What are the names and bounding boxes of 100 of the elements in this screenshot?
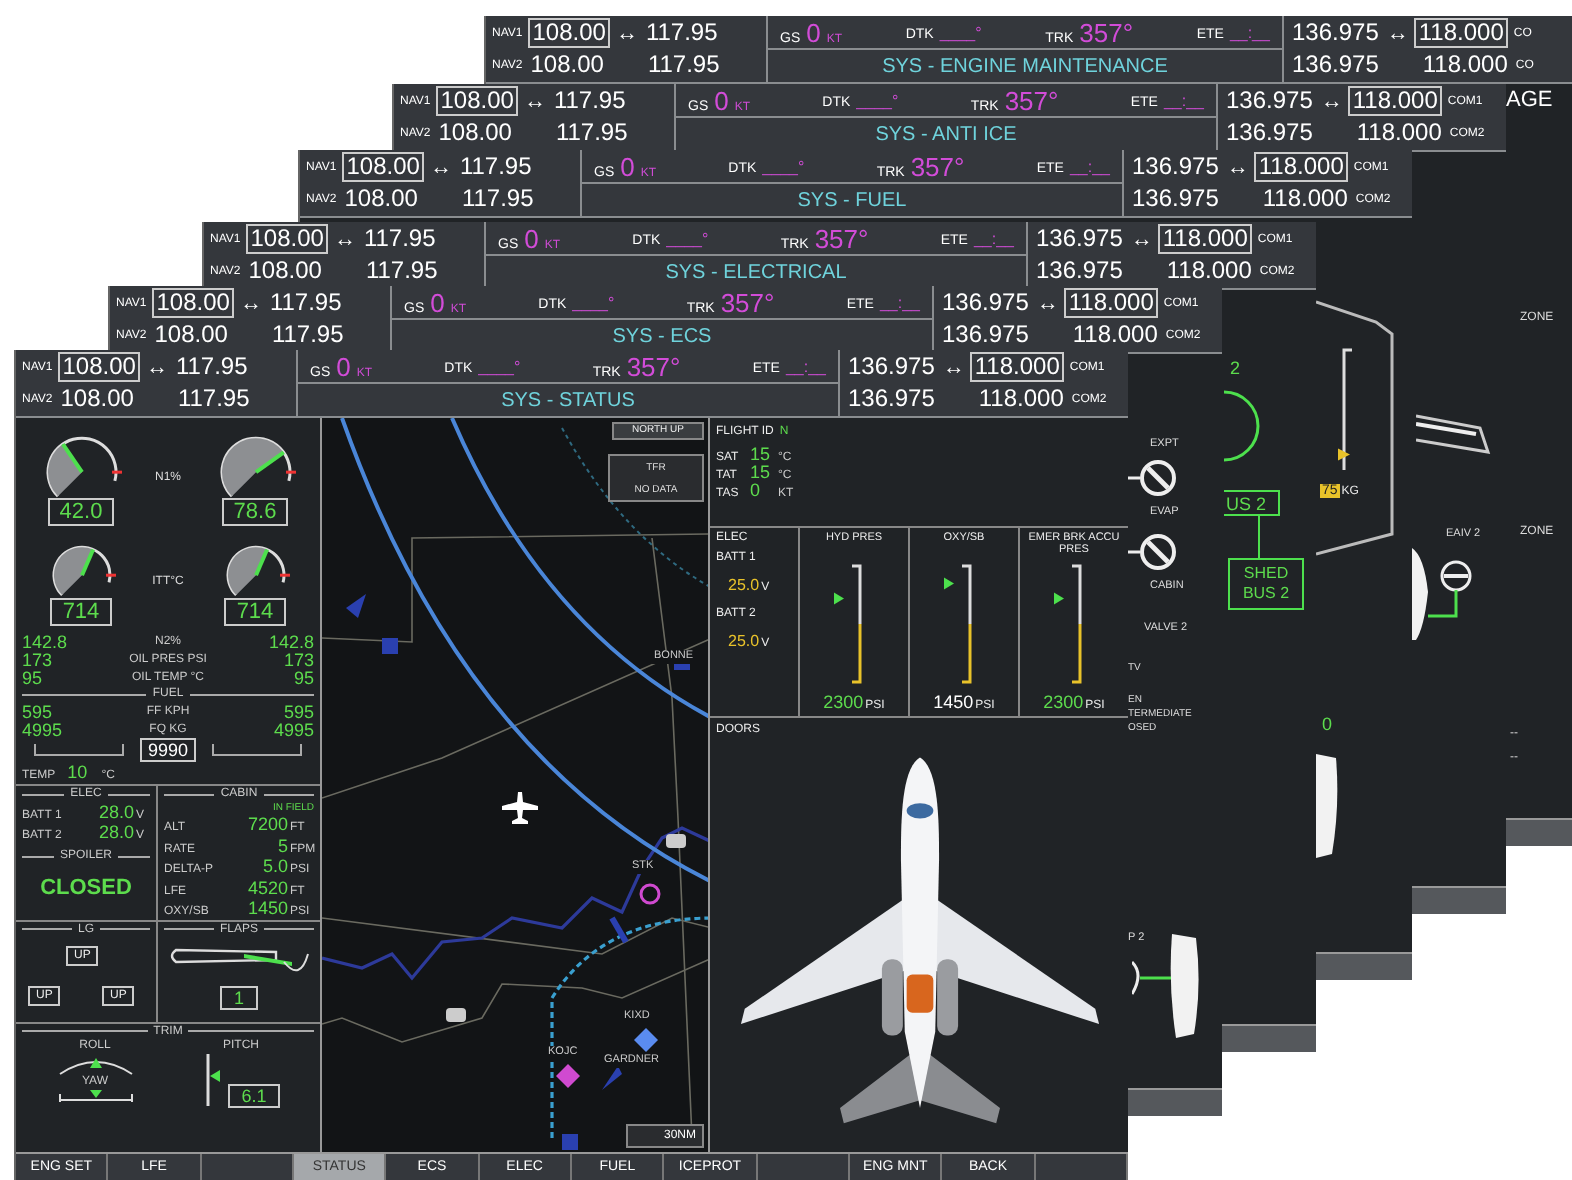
ete-value: __:__ xyxy=(1229,23,1270,41)
cabin-value: 4520 xyxy=(245,877,288,897)
pressure-scale xyxy=(852,564,862,684)
com2-standby-frequency: 118.000 xyxy=(1164,258,1254,284)
page-title: SYS - STATUS xyxy=(501,389,635,411)
ground-speed: 0 xyxy=(524,223,539,253)
softkey[interactable] xyxy=(1035,1154,1128,1180)
cabin-value: 5.0 xyxy=(260,856,288,876)
page-title: SYS - ECS xyxy=(612,325,712,347)
nav2-standby-frequency: 117.95 xyxy=(645,52,722,78)
swap-arrow: ↔ xyxy=(615,21,638,45)
desired-track: ____° xyxy=(478,357,521,375)
softkey[interactable] xyxy=(757,1154,850,1180)
nav2-standby-frequency: 117.95 xyxy=(363,258,440,284)
pressure-value: 2300 xyxy=(823,692,864,712)
com1-standby-frequency[interactable]: 118.000 xyxy=(1254,152,1348,182)
com2-standby-frequency: 118.000 xyxy=(1420,52,1510,78)
nav2-standby-frequency: 117.95 xyxy=(459,186,536,212)
com1-active-frequency: 136.975 xyxy=(940,290,1031,316)
cabin-value: 7200 xyxy=(245,814,288,834)
pitch-trim-icon xyxy=(201,1051,222,1107)
com1-standby-frequency[interactable]: 118.000 xyxy=(1158,224,1252,254)
battery-voltage: 25.0 xyxy=(728,632,760,650)
desired-track: ____° xyxy=(856,91,899,109)
ete-value: __:__ xyxy=(1069,157,1110,175)
com1-standby-frequency[interactable]: 118.000 xyxy=(1064,288,1158,318)
nav1-active-frequency[interactable]: 108.00 xyxy=(58,352,140,382)
engine-value: 142.8 xyxy=(266,632,314,652)
nav1-active-frequency[interactable]: 108.00 xyxy=(342,152,424,182)
engine-value: 95 xyxy=(22,668,45,688)
engine-nacelle-icon xyxy=(1316,754,1340,858)
bus-box: US 2 xyxy=(1224,490,1280,516)
nav1-active-frequency[interactable]: 108.00 xyxy=(152,288,234,318)
desired-track: ____° xyxy=(939,23,982,41)
ete-value: __:__ xyxy=(879,293,920,311)
swap-arrow: ↔ xyxy=(942,355,965,379)
fuel-value: 4995 xyxy=(22,720,65,740)
fuel-value-fragment: 0 xyxy=(1322,714,1333,734)
fuel-value: 595 xyxy=(22,702,55,722)
track-value: 357° xyxy=(1079,17,1134,47)
engine-value: 173 xyxy=(22,650,55,670)
gauge-readout: 714 xyxy=(224,598,286,626)
com2-standby-frequency: 118.000 xyxy=(1354,120,1444,146)
engine-nacelle-drawing xyxy=(1132,934,1204,1038)
swap-arrow: ↔ xyxy=(1226,155,1249,179)
nav2-active-frequency: 108.00 xyxy=(152,322,230,348)
com1-standby-frequency[interactable]: 118.000 xyxy=(1348,86,1442,116)
com2-active-frequency: 136.975 xyxy=(1130,186,1221,212)
nav1-standby-frequency: 117.95 xyxy=(551,88,628,114)
com2-active-frequency: 136.975 xyxy=(940,322,1031,348)
fuel-value: 4995 xyxy=(271,720,314,740)
valve-icon xyxy=(1128,458,1176,498)
flap-position-readout: 1 xyxy=(219,985,258,1009)
com2-standby-frequency: 118.000 xyxy=(1260,186,1350,212)
generator-arc-icon xyxy=(1224,388,1264,464)
ground-speed: 0 xyxy=(806,17,821,47)
softkey[interactable] xyxy=(201,1154,294,1180)
com2-active-frequency: 136.975 xyxy=(1034,258,1125,284)
page-title: SYS - ANTI ICE xyxy=(875,123,1017,145)
com1-standby-frequency[interactable]: 118.000 xyxy=(970,352,1064,382)
com2-active-frequency: 136.975 xyxy=(1224,120,1315,146)
cabin-value: 5 xyxy=(275,835,288,855)
bus-number: 2 xyxy=(1230,358,1241,378)
nav2-active-frequency: 108.00 xyxy=(246,258,324,284)
com1-standby-frequency[interactable]: 118.000 xyxy=(1414,18,1508,48)
air-data-value: 15 xyxy=(750,444,770,464)
airplane-icon xyxy=(502,792,538,824)
swap-arrow: ↔ xyxy=(429,155,452,179)
battery-voltage: 25.0 xyxy=(728,576,760,594)
gauge-readout: 78.6 xyxy=(221,497,289,525)
ground-speed: 0 xyxy=(336,351,351,381)
com1-active-frequency: 136.975 xyxy=(1224,88,1315,114)
nav2-active-frequency: 108.00 xyxy=(342,186,420,212)
pressure-scale xyxy=(1072,564,1082,684)
swap-arrow: ↔ xyxy=(1386,21,1409,45)
valve-icon xyxy=(1128,532,1176,572)
nav1-standby-frequency: 117.95 xyxy=(173,354,250,380)
engine-value: 142.8 xyxy=(22,632,70,652)
nav2-standby-frequency: 117.95 xyxy=(175,386,252,412)
track-value: 357° xyxy=(910,151,965,181)
battery-voltage: 28.0 xyxy=(96,822,134,842)
pitch-trim-readout: 6.1 xyxy=(227,1083,281,1107)
ground-speed: 0 xyxy=(430,287,445,317)
fuel-total-readout: 9990 xyxy=(139,738,197,762)
nav1-active-frequency[interactable]: 108.00 xyxy=(436,86,518,116)
page-label-fragment: AGE xyxy=(1506,88,1553,112)
track-value: 357° xyxy=(1004,85,1059,115)
nav1-active-frequency[interactable]: 108.00 xyxy=(246,224,328,254)
swap-arrow: ↔ xyxy=(1320,89,1343,113)
nav1-standby-frequency: 117.95 xyxy=(643,20,720,46)
track-value: 357° xyxy=(814,223,869,253)
swap-arrow: ↔ xyxy=(239,291,262,315)
com2-active-frequency: 136.975 xyxy=(846,386,937,412)
nav1-active-frequency[interactable]: 108.00 xyxy=(528,18,610,48)
track-value: 357° xyxy=(720,287,775,317)
fuel-value: 595 xyxy=(281,702,314,722)
swap-arrow: ↔ xyxy=(333,227,356,251)
track-value: 357° xyxy=(626,351,681,381)
gauge-readout: 42.0 xyxy=(47,497,115,525)
gauge-readout: 714 xyxy=(50,598,112,626)
